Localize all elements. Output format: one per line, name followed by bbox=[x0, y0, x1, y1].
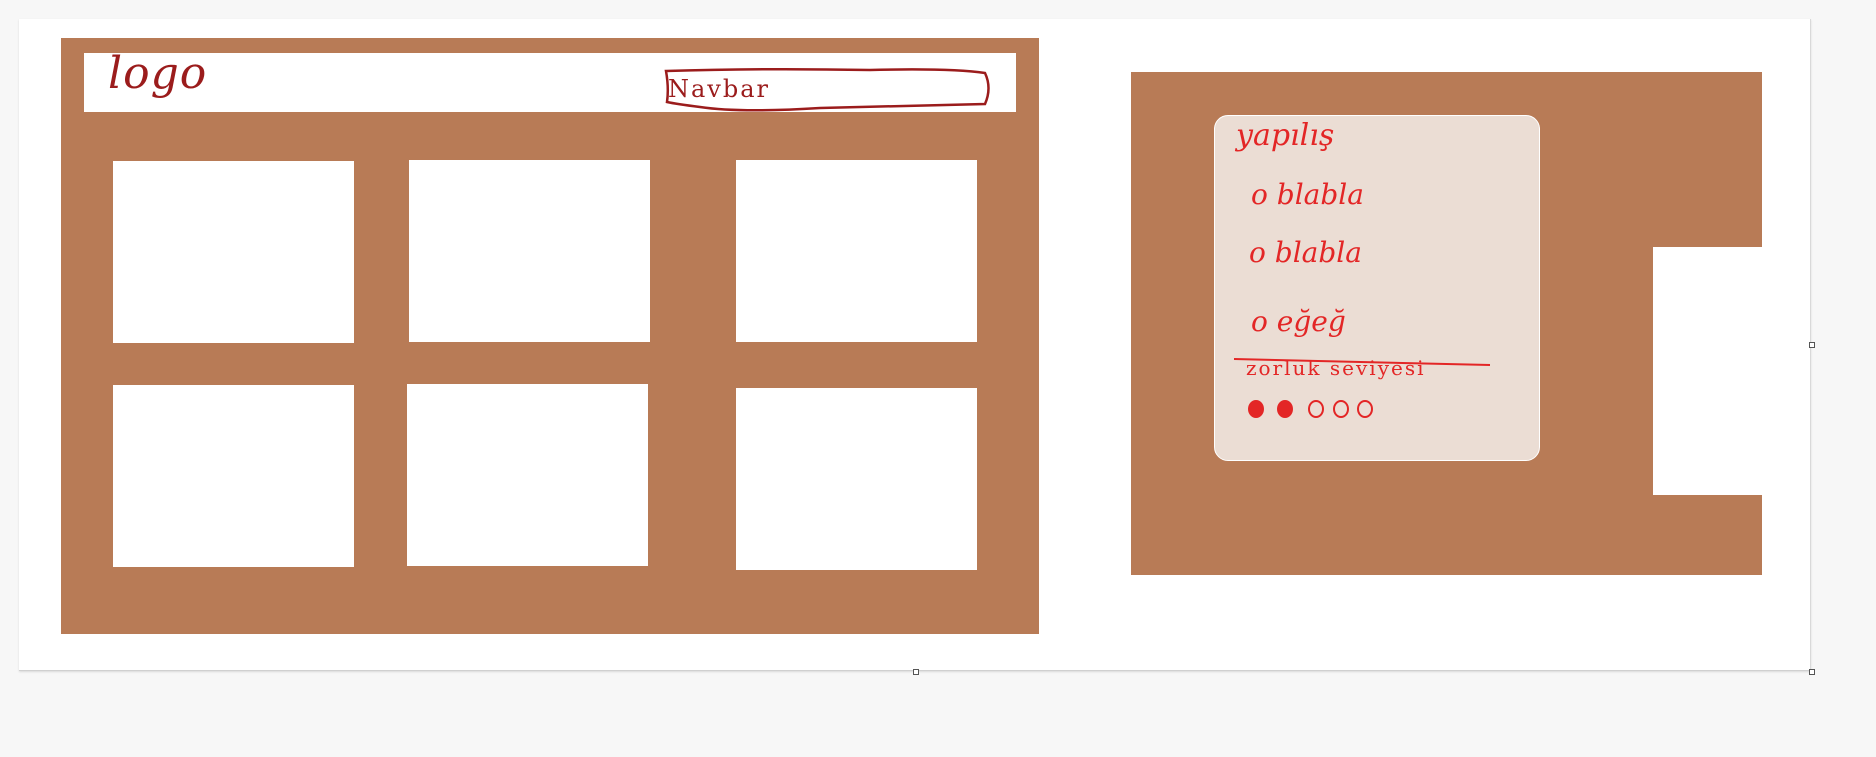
list-item-label: blabla bbox=[1276, 178, 1364, 211]
card-title: yapılış bbox=[1236, 118, 1335, 153]
difficulty-dot-filled bbox=[1277, 400, 1293, 418]
resize-handle-middle-right[interactable] bbox=[1809, 342, 1815, 348]
content-tile bbox=[407, 384, 648, 566]
content-tile bbox=[736, 160, 977, 342]
content-tile bbox=[736, 388, 977, 570]
list-item: o eğeğ bbox=[1251, 305, 1346, 338]
logo-text: logo bbox=[108, 48, 208, 99]
difficulty-dot-empty bbox=[1333, 400, 1349, 418]
list-item-label: blabla bbox=[1274, 236, 1362, 269]
list-item: o blabla bbox=[1251, 178, 1364, 211]
difficulty-dot-empty bbox=[1357, 400, 1373, 418]
difficulty-dot-filled bbox=[1248, 400, 1264, 418]
resize-handle-bottom-right[interactable] bbox=[1809, 669, 1815, 675]
navbar-label: Navbar bbox=[668, 75, 771, 103]
list-item: o blabla bbox=[1249, 236, 1362, 269]
side-panel bbox=[1653, 247, 1762, 495]
bullet-icon: o bbox=[1251, 178, 1277, 211]
content-tile bbox=[409, 160, 650, 342]
list-item-label: eğeğ bbox=[1276, 305, 1346, 338]
bullet-icon: o bbox=[1249, 236, 1275, 269]
content-tile bbox=[113, 161, 354, 343]
bullet-icon: o bbox=[1251, 305, 1277, 338]
difficulty-dot-empty bbox=[1308, 400, 1324, 418]
header-bar bbox=[84, 53, 1016, 112]
difficulty-label: zorluk seviyesi bbox=[1246, 356, 1426, 380]
content-tile bbox=[113, 385, 354, 567]
resize-handle-bottom-middle[interactable] bbox=[913, 669, 919, 675]
